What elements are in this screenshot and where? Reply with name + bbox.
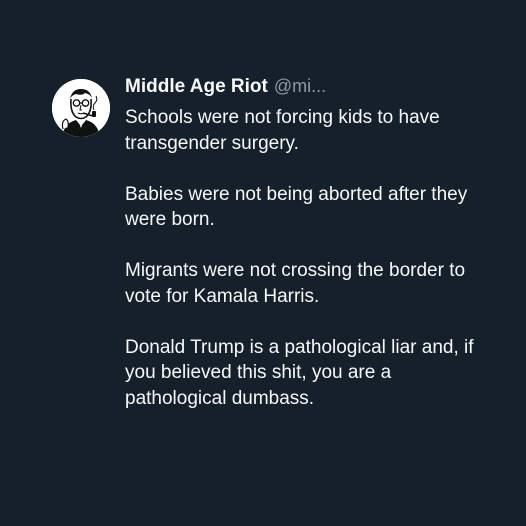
tweet-paragraph: Donald Trump is a pathological liar and,… <box>125 336 474 409</box>
author-handle[interactable]: @mi... <box>274 76 326 97</box>
tweet-header: Middle Age Riot @mi... <box>125 76 492 102</box>
author-display-name[interactable]: Middle Age Riot <box>125 76 268 98</box>
tweet-paragraph: Migrants were not crossing the border to… <box>125 260 466 307</box>
tweet-screenshot: { "tweet": { "author": { "display_name":… <box>0 0 526 526</box>
tweet-paragraph: Babies were not being aborted after they… <box>125 183 468 231</box>
tweet-content: Middle Age Riot @mi... Schools were not … <box>125 76 492 411</box>
tweet-paragraph: Schools were not forcing kids to have tr… <box>125 107 440 154</box>
man-smoking-pipe-avatar-icon <box>52 79 110 137</box>
tweet-text: Schools were not forcing kids to have tr… <box>125 105 492 411</box>
tweet: Middle Age Riot @mi... Schools were not … <box>52 76 492 411</box>
avatar[interactable] <box>52 79 110 137</box>
